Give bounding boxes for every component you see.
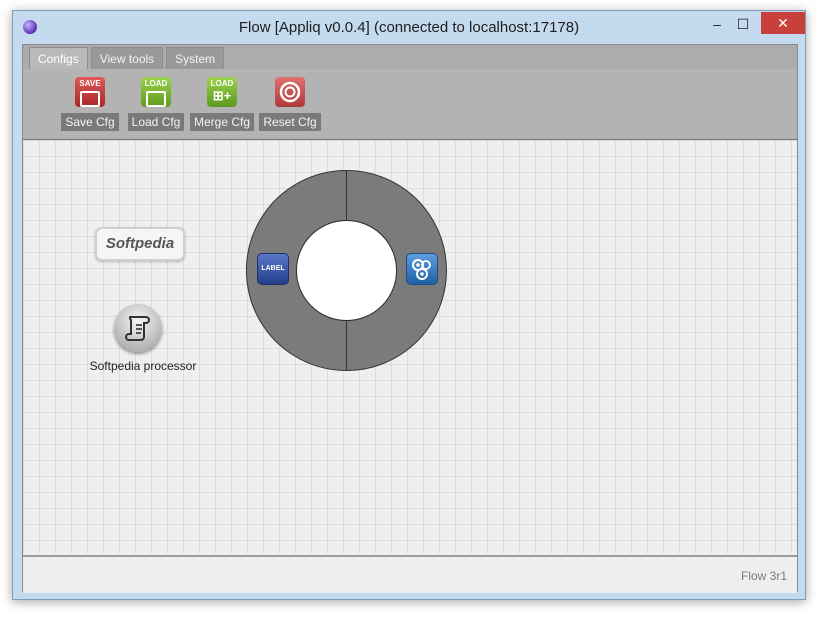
version-label: Flow 3r1 [740,569,787,583]
processor-node[interactable] [114,304,162,352]
status-bar: Flow 3r1 [23,555,797,593]
merge-icon-text: LOAD [210,79,234,88]
load-cfg-button[interactable]: LOAD Load Cfg [121,77,191,133]
save-icon-text: SAVE [79,79,101,88]
gears-icon[interactable] [406,253,438,285]
merge-cfg-label: Merge Cfg [189,113,255,131]
maximize-button[interactable]: ☐ [733,14,753,34]
minimize-button[interactable]: – [707,14,727,34]
tab-system[interactable]: System [166,47,225,70]
merge-cfg-button[interactable]: LOAD ⊞+ Merge Cfg [187,77,257,133]
load-icon: LOAD [141,77,171,107]
tool-strip: SAVE Save Cfg LOAD Load Cfg LOAD ⊞+ Merg… [23,69,797,139]
tab-view-tools[interactable]: View tools [90,47,164,70]
client-area: Configs View tools System SAVE Save Cfg … [22,44,798,593]
load-cfg-label: Load Cfg [127,113,185,131]
save-cfg-label: Save Cfg [61,113,119,131]
ribbon-toolbar: Configs View tools System SAVE Save Cfg … [23,45,797,140]
reset-cfg-label: Reset Cfg [259,113,321,131]
reset-cfg-button[interactable]: Reset Cfg [255,77,325,133]
load-icon-text: LOAD [144,79,168,88]
reset-icon [275,77,305,107]
title-bar[interactable]: Flow [Appliq v0.0.4] (connected to local… [13,11,805,41]
save-icon: SAVE [75,77,105,107]
window-title: Flow [Appliq v0.0.4] (connected to local… [238,19,580,36]
scroll-icon [125,316,150,341]
label-icon[interactable]: LABEL [257,253,289,285]
merge-icon: LOAD ⊞+ [207,77,237,107]
flow-canvas[interactable]: Softpedia Softpedia processor LABEL [23,140,797,554]
processor-node-name: Softpedia processor [89,359,197,373]
tab-configs[interactable]: Configs [29,47,88,70]
save-cfg-button[interactable]: SAVE Save Cfg [55,77,125,133]
tab-bar: Configs View tools System [29,47,225,70]
label-node[interactable]: Softpedia [95,227,185,261]
close-button[interactable]: ✕ [761,12,805,34]
app-window: Flow [Appliq v0.0.4] (connected to local… [12,10,806,600]
